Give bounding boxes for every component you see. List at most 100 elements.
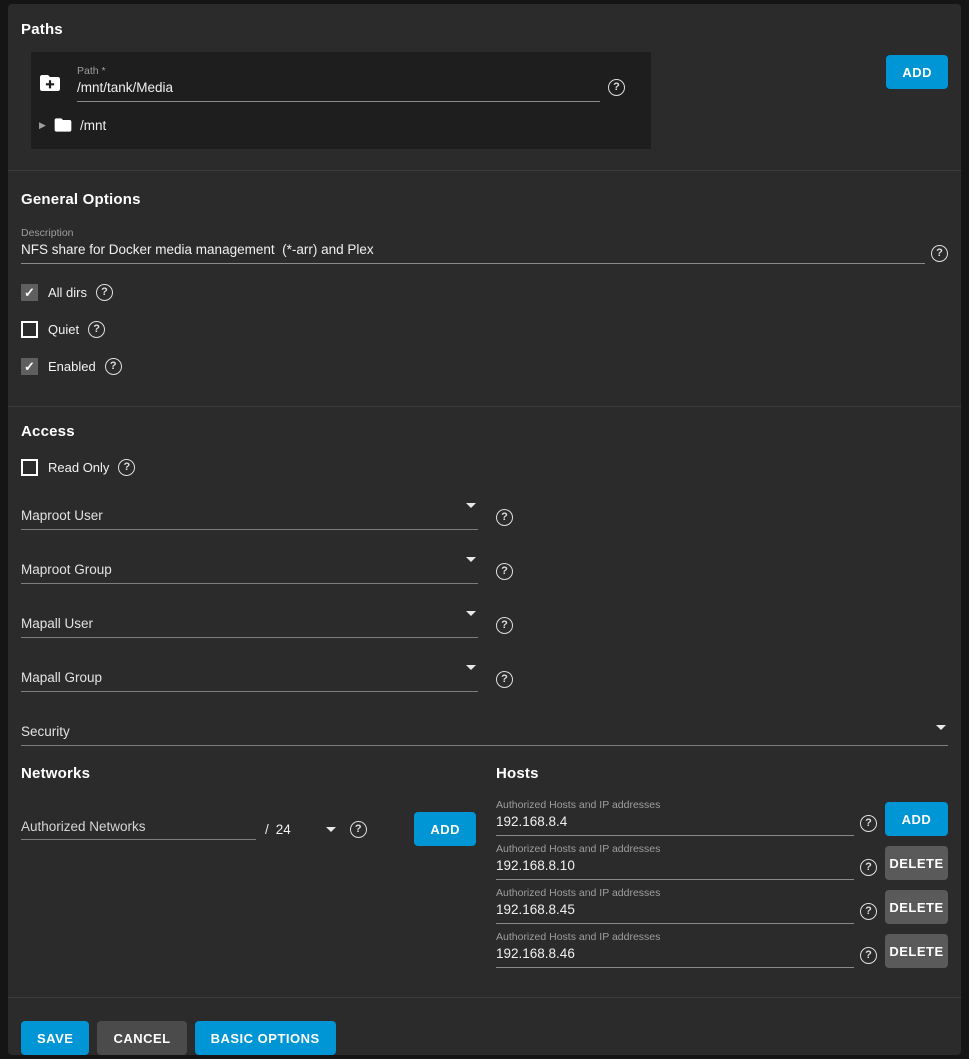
authorized-host-field[interactable]: Authorized Hosts and IP addresses 192.16… bbox=[496, 887, 854, 924]
chevron-down-icon bbox=[466, 557, 476, 562]
basic-options-button[interactable]: BASIC OPTIONS bbox=[195, 1021, 336, 1055]
host-add-button[interactable]: ADD bbox=[885, 802, 948, 836]
help-icon[interactable]: ? bbox=[931, 245, 948, 262]
chevron-down-icon bbox=[466, 503, 476, 508]
maproot-user-row: Maproot User ? bbox=[21, 507, 948, 530]
section-divider bbox=[8, 406, 961, 407]
quiet-checkbox[interactable] bbox=[21, 321, 38, 338]
section-title-networks: Networks bbox=[21, 765, 476, 783]
host-field-value[interactable]: 192.168.8.10 bbox=[496, 858, 854, 880]
chevron-down-icon bbox=[466, 665, 476, 670]
host-field-value[interactable]: 192.168.8.4 bbox=[496, 814, 854, 836]
help-icon[interactable]: ? bbox=[96, 284, 113, 301]
host-delete-button[interactable]: DELETE bbox=[885, 934, 948, 968]
host-field-value[interactable]: 192.168.8.45 bbox=[496, 902, 854, 924]
help-icon[interactable]: ? bbox=[860, 947, 877, 964]
tree-node-mnt[interactable]: ▶ /mnt bbox=[38, 115, 625, 135]
description-row: Description NFS share for Docker media m… bbox=[21, 227, 948, 264]
share-form-card: Paths Path * /mnt/tank/Media ? ▶ bbox=[8, 4, 961, 1055]
section-title-general-options: General Options bbox=[21, 191, 948, 209]
security-row: Security bbox=[21, 723, 948, 746]
mapall-user-select[interactable]: Mapall User bbox=[21, 615, 478, 638]
authorized-host-field[interactable]: Authorized Hosts and IP addresses 192.16… bbox=[496, 931, 854, 968]
security-select[interactable]: Security bbox=[21, 723, 948, 746]
section-networks-hosts: Networks Authorized Networks / 24 ? ADD … bbox=[8, 765, 961, 968]
path-input-row: Path * /mnt/tank/Media ? bbox=[38, 65, 625, 102]
host-field-label: Authorized Hosts and IP addresses bbox=[496, 887, 854, 899]
quiet-row: Quiet ? bbox=[21, 321, 948, 338]
help-icon[interactable]: ? bbox=[88, 321, 105, 338]
mapall-group-select[interactable]: Mapall Group bbox=[21, 669, 478, 692]
authorized-host-field[interactable]: Authorized Hosts and IP addresses 192.16… bbox=[496, 843, 854, 880]
enabled-checkbox[interactable] bbox=[21, 358, 38, 375]
help-icon[interactable]: ? bbox=[860, 903, 877, 920]
quiet-label: Quiet bbox=[48, 322, 79, 337]
paths-row: Path * /mnt/tank/Media ? ▶ /mnt ADD bbox=[21, 52, 948, 149]
description-value[interactable]: NFS share for Docker media management (*… bbox=[21, 242, 925, 264]
netmask-select[interactable]: 24 bbox=[276, 822, 338, 837]
description-label: Description bbox=[21, 227, 925, 239]
help-icon[interactable]: ? bbox=[860, 859, 877, 876]
chevron-down-icon bbox=[326, 827, 336, 832]
help-icon[interactable]: ? bbox=[105, 358, 122, 375]
all-dirs-row: All dirs ? bbox=[21, 284, 948, 301]
host-row: Authorized Hosts and IP addresses 192.16… bbox=[496, 931, 948, 968]
read-only-label: Read Only bbox=[48, 460, 109, 475]
footer-actions: SAVE CANCEL BASIC OPTIONS bbox=[8, 998, 961, 1055]
create-folder-icon[interactable] bbox=[38, 71, 62, 95]
maproot-user-select[interactable]: Maproot User bbox=[21, 507, 478, 530]
section-title-hosts: Hosts bbox=[496, 765, 948, 783]
path-field[interactable]: Path * /mnt/tank/Media bbox=[77, 65, 600, 102]
help-icon[interactable]: ? bbox=[496, 617, 513, 634]
select-label: Maproot Group bbox=[21, 562, 112, 577]
host-row: Authorized Hosts and IP addresses 192.16… bbox=[496, 887, 948, 924]
host-field-label: Authorized Hosts and IP addresses bbox=[496, 843, 854, 855]
host-row: Authorized Hosts and IP addresses 192.16… bbox=[496, 843, 948, 880]
description-field[interactable]: Description NFS share for Docker media m… bbox=[21, 227, 925, 264]
authorized-network-row: Authorized Networks / 24 ? ADD bbox=[21, 812, 476, 846]
chevron-down-icon bbox=[936, 725, 946, 730]
networks-column: Networks Authorized Networks / 24 ? ADD bbox=[21, 765, 476, 968]
tree-node-label: /mnt bbox=[80, 118, 106, 133]
host-delete-button[interactable]: DELETE bbox=[885, 890, 948, 924]
section-general-options: General Options Description NFS share fo… bbox=[8, 191, 961, 375]
maproot-group-select[interactable]: Maproot Group bbox=[21, 561, 478, 584]
help-icon[interactable]: ? bbox=[860, 815, 877, 832]
path-field-value[interactable]: /mnt/tank/Media bbox=[77, 80, 600, 102]
help-icon[interactable]: ? bbox=[118, 459, 135, 476]
enabled-row: Enabled ? bbox=[21, 358, 948, 375]
mapall-user-row: Mapall User ? bbox=[21, 615, 948, 638]
enabled-label: Enabled bbox=[48, 359, 96, 374]
host-field-label: Authorized Hosts and IP addresses bbox=[496, 931, 854, 943]
help-icon[interactable]: ? bbox=[496, 509, 513, 526]
authorized-networks-input[interactable]: Authorized Networks bbox=[21, 819, 256, 840]
help-icon[interactable]: ? bbox=[608, 79, 625, 96]
section-title-access: Access bbox=[21, 423, 948, 441]
select-label: Maproot User bbox=[21, 508, 103, 523]
section-divider bbox=[8, 170, 961, 171]
read-only-row: Read Only ? bbox=[21, 459, 948, 476]
authorized-host-field[interactable]: Authorized Hosts and IP addresses 192.16… bbox=[496, 799, 854, 836]
read-only-checkbox[interactable] bbox=[21, 459, 38, 476]
cancel-button[interactable]: CANCEL bbox=[97, 1021, 186, 1055]
host-delete-button[interactable]: DELETE bbox=[885, 846, 948, 880]
folder-icon bbox=[53, 115, 73, 135]
section-title-paths: Paths bbox=[21, 21, 948, 39]
help-icon[interactable]: ? bbox=[496, 563, 513, 580]
select-label: Mapall User bbox=[21, 616, 93, 631]
all-dirs-checkbox[interactable] bbox=[21, 284, 38, 301]
all-dirs-label: All dirs bbox=[48, 285, 87, 300]
paths-add-button[interactable]: ADD bbox=[886, 55, 948, 89]
network-add-button[interactable]: ADD bbox=[414, 812, 476, 846]
expand-arrow-icon[interactable]: ▶ bbox=[39, 120, 53, 131]
help-icon[interactable]: ? bbox=[350, 821, 367, 838]
host-field-value[interactable]: 192.168.8.46 bbox=[496, 946, 854, 968]
chevron-down-icon bbox=[466, 611, 476, 616]
path-explorer-panel: Path * /mnt/tank/Media ? ▶ /mnt bbox=[31, 52, 651, 149]
save-button[interactable]: SAVE bbox=[21, 1021, 89, 1055]
nfs-share-edit-page: { "colors": { "accent_blue": "#0095d5", … bbox=[0, 0, 969, 1059]
maproot-group-row: Maproot Group ? bbox=[21, 561, 948, 584]
help-icon[interactable]: ? bbox=[496, 671, 513, 688]
section-access: Access Read Only ? Maproot User ? Maproo… bbox=[8, 423, 961, 746]
section-paths: Paths Path * /mnt/tank/Media ? ▶ bbox=[8, 4, 961, 149]
